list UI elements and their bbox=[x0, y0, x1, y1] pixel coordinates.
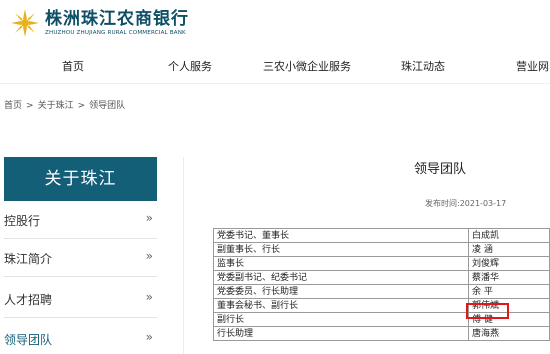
sidebar-item-label: 珠江简介 bbox=[4, 252, 53, 266]
table-row: 党委书记、董事长 白成凯 bbox=[213, 228, 550, 243]
chevron-right-icon: » bbox=[145, 249, 153, 263]
leader-name: 白成凯 bbox=[468, 228, 550, 243]
breadcrumb: 首页 > 关于珠江 > 领导团队 bbox=[4, 98, 125, 111]
table-row: 党委副书记、纪委书记 蔡潘华 bbox=[213, 270, 550, 285]
leader-post: 副行长 bbox=[213, 312, 469, 327]
table-row: 副董事长、行长凌 涵 bbox=[213, 242, 550, 257]
sidebar-item-careers[interactable]: 人才招聘 » bbox=[4, 280, 157, 318]
chevron-right-icon: » bbox=[145, 330, 153, 344]
bank-logo[interactable]: 株洲珠江农商银行 ZHUZHOU ZHUJIANG RURAL COMMERCI… bbox=[10, 6, 189, 40]
breadcrumb-separator: > bbox=[77, 101, 86, 111]
table-row: 行长助理 唐海燕 bbox=[213, 326, 550, 341]
table-row: 党委委员、行长助理余 平 bbox=[213, 284, 550, 299]
leader-name: 蔡潘华 bbox=[468, 270, 550, 285]
leader-post: 董事会秘书、副行长 bbox=[213, 298, 469, 313]
sidebar-item-label: 领导团队 bbox=[4, 333, 53, 347]
sidebar-title: 关于珠江 bbox=[4, 157, 157, 201]
table-row: 监事长 刘俊辉 bbox=[213, 256, 550, 271]
breadcrumb-current[interactable]: 领导团队 bbox=[89, 101, 125, 111]
leader-name: 余 平 bbox=[468, 284, 550, 299]
leadership-table: 党委书记、董事长 白成凯 副董事长、行长凌 涵 监事长 刘俊辉 党委副书记、纪委书记… bbox=[213, 228, 550, 341]
leader-post: 副董事长、行长 bbox=[213, 242, 469, 257]
sidebar-item-label: 控股行 bbox=[4, 214, 41, 228]
sidebar-item-label: 人才招聘 bbox=[4, 293, 53, 307]
nav-item-home[interactable]: 首页 bbox=[62, 56, 84, 78]
sidebar-item-profile[interactable]: 珠江简介 » bbox=[4, 239, 157, 277]
leader-post: 党委书记、董事长 bbox=[213, 228, 469, 243]
leader-name: 凌 涵 bbox=[468, 242, 550, 257]
sidebar-item-holdings[interactable]: 控股行 » bbox=[4, 201, 157, 239]
breadcrumb-about[interactable]: 关于珠江 bbox=[38, 101, 74, 111]
nav-divider bbox=[0, 83, 550, 84]
leader-post: 党委委员、行长助理 bbox=[213, 284, 469, 299]
bank-logo-mark-icon bbox=[10, 8, 40, 38]
highlight-box bbox=[466, 303, 509, 319]
main-nav: 首页 个人服务 三农小微企业服务 珠江动态 营业网 bbox=[0, 56, 550, 78]
leader-post: 监事长 bbox=[213, 256, 469, 271]
nav-item-outlets[interactable]: 营业网 bbox=[516, 56, 549, 78]
nav-item-personal[interactable]: 个人服务 bbox=[168, 56, 212, 78]
leader-post: 党委副书记、纪委书记 bbox=[213, 270, 469, 285]
bank-name-cn: 株洲珠江农商银行 bbox=[45, 9, 189, 29]
breadcrumb-separator: > bbox=[26, 101, 34, 111]
leader-name: 刘俊辉 bbox=[468, 256, 550, 271]
content-divider bbox=[183, 157, 184, 354]
bank-name-en: ZHUZHOU ZHUJIANG RURAL COMMERCIAL BANK bbox=[45, 30, 186, 36]
leader-name: 唐海燕 bbox=[468, 326, 550, 341]
chevron-right-icon: » bbox=[145, 290, 153, 304]
chevron-right-icon: » bbox=[145, 211, 153, 225]
page-title: 领导团队 bbox=[413, 162, 466, 177]
sidebar-item-leadership[interactable]: 领导团队 » bbox=[4, 320, 157, 354]
leader-post: 行长助理 bbox=[213, 326, 469, 341]
publish-date: 发布时间:2021-03-17 bbox=[425, 199, 507, 208]
nav-item-rural-sme[interactable]: 三农小微企业服务 bbox=[263, 56, 351, 78]
breadcrumb-home[interactable]: 首页 bbox=[4, 101, 22, 111]
nav-item-news[interactable]: 珠江动态 bbox=[401, 56, 445, 78]
